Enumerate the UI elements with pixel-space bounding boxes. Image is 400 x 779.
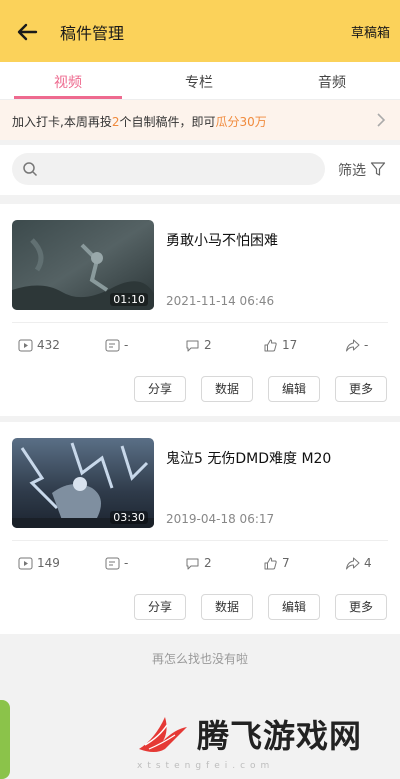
- tab-column[interactable]: 专栏: [164, 72, 234, 92]
- share-button[interactable]: 分享: [134, 594, 186, 620]
- video-title[interactable]: 勇敢小马不怕困难: [166, 230, 278, 250]
- search-bar: 筛选: [0, 145, 400, 195]
- banner-text: 加入打卡,本周再投2个自制稿件，即可瓜分30万: [12, 113, 267, 130]
- filter-button[interactable]: 筛选: [338, 160, 366, 180]
- video-actions: 分享 数据 编辑 更多: [0, 376, 400, 402]
- play-icon: [18, 339, 33, 352]
- checkin-banner[interactable]: 加入打卡,本周再投2个自制稿件，即可瓜分30万: [0, 100, 400, 140]
- watermark-logo-icon: [139, 717, 187, 752]
- app-header: 稿件管理 草稿箱: [0, 0, 400, 62]
- end-of-list-text: 再怎么找也没有啦: [151, 652, 248, 666]
- play-icon: [18, 557, 33, 570]
- banner-middle: 个自制稿件，即可: [119, 115, 216, 129]
- tab-video[interactable]: 视频: [33, 72, 103, 92]
- data-button[interactable]: 数据: [201, 594, 253, 620]
- search-icon: [23, 162, 38, 177]
- watermark-name: 腾飞游戏网: [197, 717, 363, 755]
- watermark: 腾飞游戏网 xtstengfei.com: [135, 705, 395, 775]
- tab-audio[interactable]: 音频: [297, 72, 367, 92]
- data-button[interactable]: 数据: [201, 376, 253, 402]
- danmaku-icon: [105, 339, 120, 352]
- edit-button[interactable]: 编辑: [268, 376, 320, 402]
- danmaku-icon: [105, 557, 120, 570]
- left-edge-decoration: [0, 700, 10, 779]
- thumbs-up-icon: [264, 557, 277, 570]
- comment-icon: [186, 340, 199, 352]
- video-date: 2021-11-14 06:46: [166, 294, 275, 308]
- video-duration: 03:30: [110, 511, 148, 524]
- video-card[interactable]: 01:10 勇敢小马不怕困难 2021-11-14 06:46 432 - 2 …: [0, 204, 400, 416]
- back-arrow-icon[interactable]: [14, 18, 42, 46]
- video-title[interactable]: 鬼泣5 无伤DMD难度 M20: [166, 448, 331, 468]
- video-actions: 分享 数据 编辑 更多: [0, 594, 400, 620]
- more-button[interactable]: 更多: [335, 594, 387, 620]
- share-icon: [346, 339, 360, 352]
- search-input[interactable]: [12, 153, 325, 185]
- more-button[interactable]: 更多: [335, 376, 387, 402]
- watermark-url: xtstengfei.com: [137, 761, 275, 771]
- share-button[interactable]: 分享: [134, 376, 186, 402]
- video-thumbnail[interactable]: 01:10: [12, 220, 154, 310]
- video-stats: 432 - 2 17 -: [0, 336, 400, 356]
- divider: [12, 322, 388, 323]
- thumbs-up-icon: [264, 339, 277, 352]
- active-tab-indicator: [14, 96, 122, 99]
- chevron-right-icon: [377, 113, 386, 127]
- comment-icon: [186, 558, 199, 570]
- divider: [12, 540, 388, 541]
- share-icon: [346, 557, 360, 570]
- video-card[interactable]: 03:30 鬼泣5 无伤DMD难度 M20 2019-04-18 06:17 1…: [0, 422, 400, 634]
- tab-bar: 视频 专栏 音频: [0, 62, 400, 100]
- video-thumbnail[interactable]: 03:30: [12, 438, 154, 528]
- banner-reward: 瓜分30万: [215, 115, 267, 129]
- edit-button[interactable]: 编辑: [268, 594, 320, 620]
- drafts-button[interactable]: 草稿箱: [351, 22, 390, 41]
- video-date: 2019-04-18 06:17: [166, 512, 275, 526]
- video-stats: 149 - 2 7 4: [0, 554, 400, 574]
- page-title: 稿件管理: [60, 24, 125, 43]
- video-duration: 01:10: [110, 293, 148, 306]
- filter-icon[interactable]: [370, 161, 386, 177]
- banner-prefix: 加入打卡,本周再投: [12, 115, 112, 129]
